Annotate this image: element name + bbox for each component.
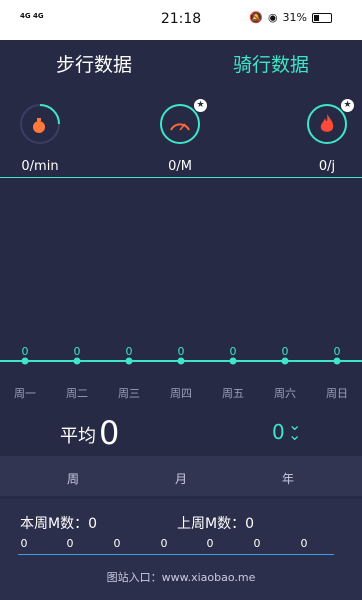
x-tick-label: 周三	[118, 387, 140, 400]
stat-calories: ★ 0/j	[282, 99, 362, 174]
distance-value: 0/M	[168, 159, 192, 174]
data-label: 0	[178, 345, 185, 358]
x-tick-label: 周六	[274, 387, 296, 400]
data-label: 0	[334, 345, 341, 358]
flame-icon	[320, 114, 334, 132]
calories-ring: ★	[306, 99, 354, 145]
daily-value: 0	[160, 537, 168, 550]
daily-value: 0	[253, 537, 261, 550]
average-row: 平均 0 0 ⌄ ⌄	[0, 408, 362, 456]
data-label: 0	[22, 345, 29, 358]
mute-icon: 🔕	[249, 11, 263, 24]
daily-value: 0	[113, 537, 121, 550]
period-selector: 周 月 年	[0, 456, 362, 496]
average-right-value: 0	[272, 420, 285, 444]
watermark: 图站入口：www.xiaobao.me	[106, 571, 256, 584]
data-label: 0	[74, 345, 81, 358]
stat-duration: 0/min	[0, 103, 85, 174]
x-tick-label: 周日	[326, 387, 348, 400]
star-badge-icon: ★	[194, 99, 207, 112]
distance-ring: ★	[159, 99, 207, 145]
x-tick-label: 周五	[222, 387, 244, 400]
calories-value: 0/j	[318, 159, 336, 174]
daily-value: 0	[206, 537, 214, 550]
duration-ring	[19, 103, 61, 145]
average-value: 0	[99, 414, 120, 452]
star-badge-icon: ★	[341, 99, 354, 112]
data-point	[229, 357, 237, 365]
section-divider	[0, 177, 362, 178]
data-point	[73, 357, 81, 365]
tab-ride-data[interactable]: 骑行数据	[233, 50, 309, 77]
average-label: 平均	[60, 426, 96, 447]
summary-underline	[18, 554, 334, 555]
data-label: 0	[126, 345, 133, 358]
status-bar: 4G 4G 21:18 🔕 ◉ 31%	[0, 0, 362, 40]
x-tick-label: 周一	[14, 387, 36, 400]
current-week-count: 本周M数：0	[20, 516, 97, 532]
chevron-double-down-icon[interactable]: ⌄ ⌄	[288, 417, 301, 443]
data-point	[281, 357, 289, 365]
x-tick-label: 周二	[66, 387, 88, 400]
data-label: 0	[230, 345, 237, 358]
period-month[interactable]: 月	[166, 470, 196, 487]
duration-value: 0/min	[21, 159, 59, 174]
battery-percent: 31%	[282, 11, 307, 24]
data-label: 0	[282, 345, 289, 358]
data-point	[125, 357, 133, 365]
data-point	[177, 357, 185, 365]
stat-distance: ★ 0/M	[135, 99, 225, 174]
battery-icon	[312, 12, 332, 23]
tab-walk-data[interactable]: 步行数据	[56, 50, 132, 77]
daily-value: 0	[66, 537, 74, 550]
daily-value: 0	[300, 537, 308, 550]
data-point	[21, 357, 29, 365]
status-right: 🔕 ◉ 31%	[249, 11, 332, 24]
stopwatch-icon	[33, 121, 45, 133]
data-tabs: 步行数据 骑行数据	[0, 50, 362, 80]
period-week[interactable]: 周	[58, 470, 88, 487]
data-point	[333, 357, 341, 365]
daily-value: 0	[20, 537, 28, 550]
weekly-line-chart: 0 0 0 0 0 0 0	[0, 345, 362, 365]
weekly-summary: 本周M数：0 上周M数：0 0 0 0 0 0 0 0 图站入口：www.xia…	[0, 499, 362, 600]
last-week-count: 上周M数：0	[177, 516, 254, 532]
x-tick-label: 周四	[170, 387, 192, 400]
period-year[interactable]: 年	[273, 470, 303, 487]
wifi-icon: ◉	[267, 11, 278, 24]
battery-fill	[314, 14, 319, 21]
